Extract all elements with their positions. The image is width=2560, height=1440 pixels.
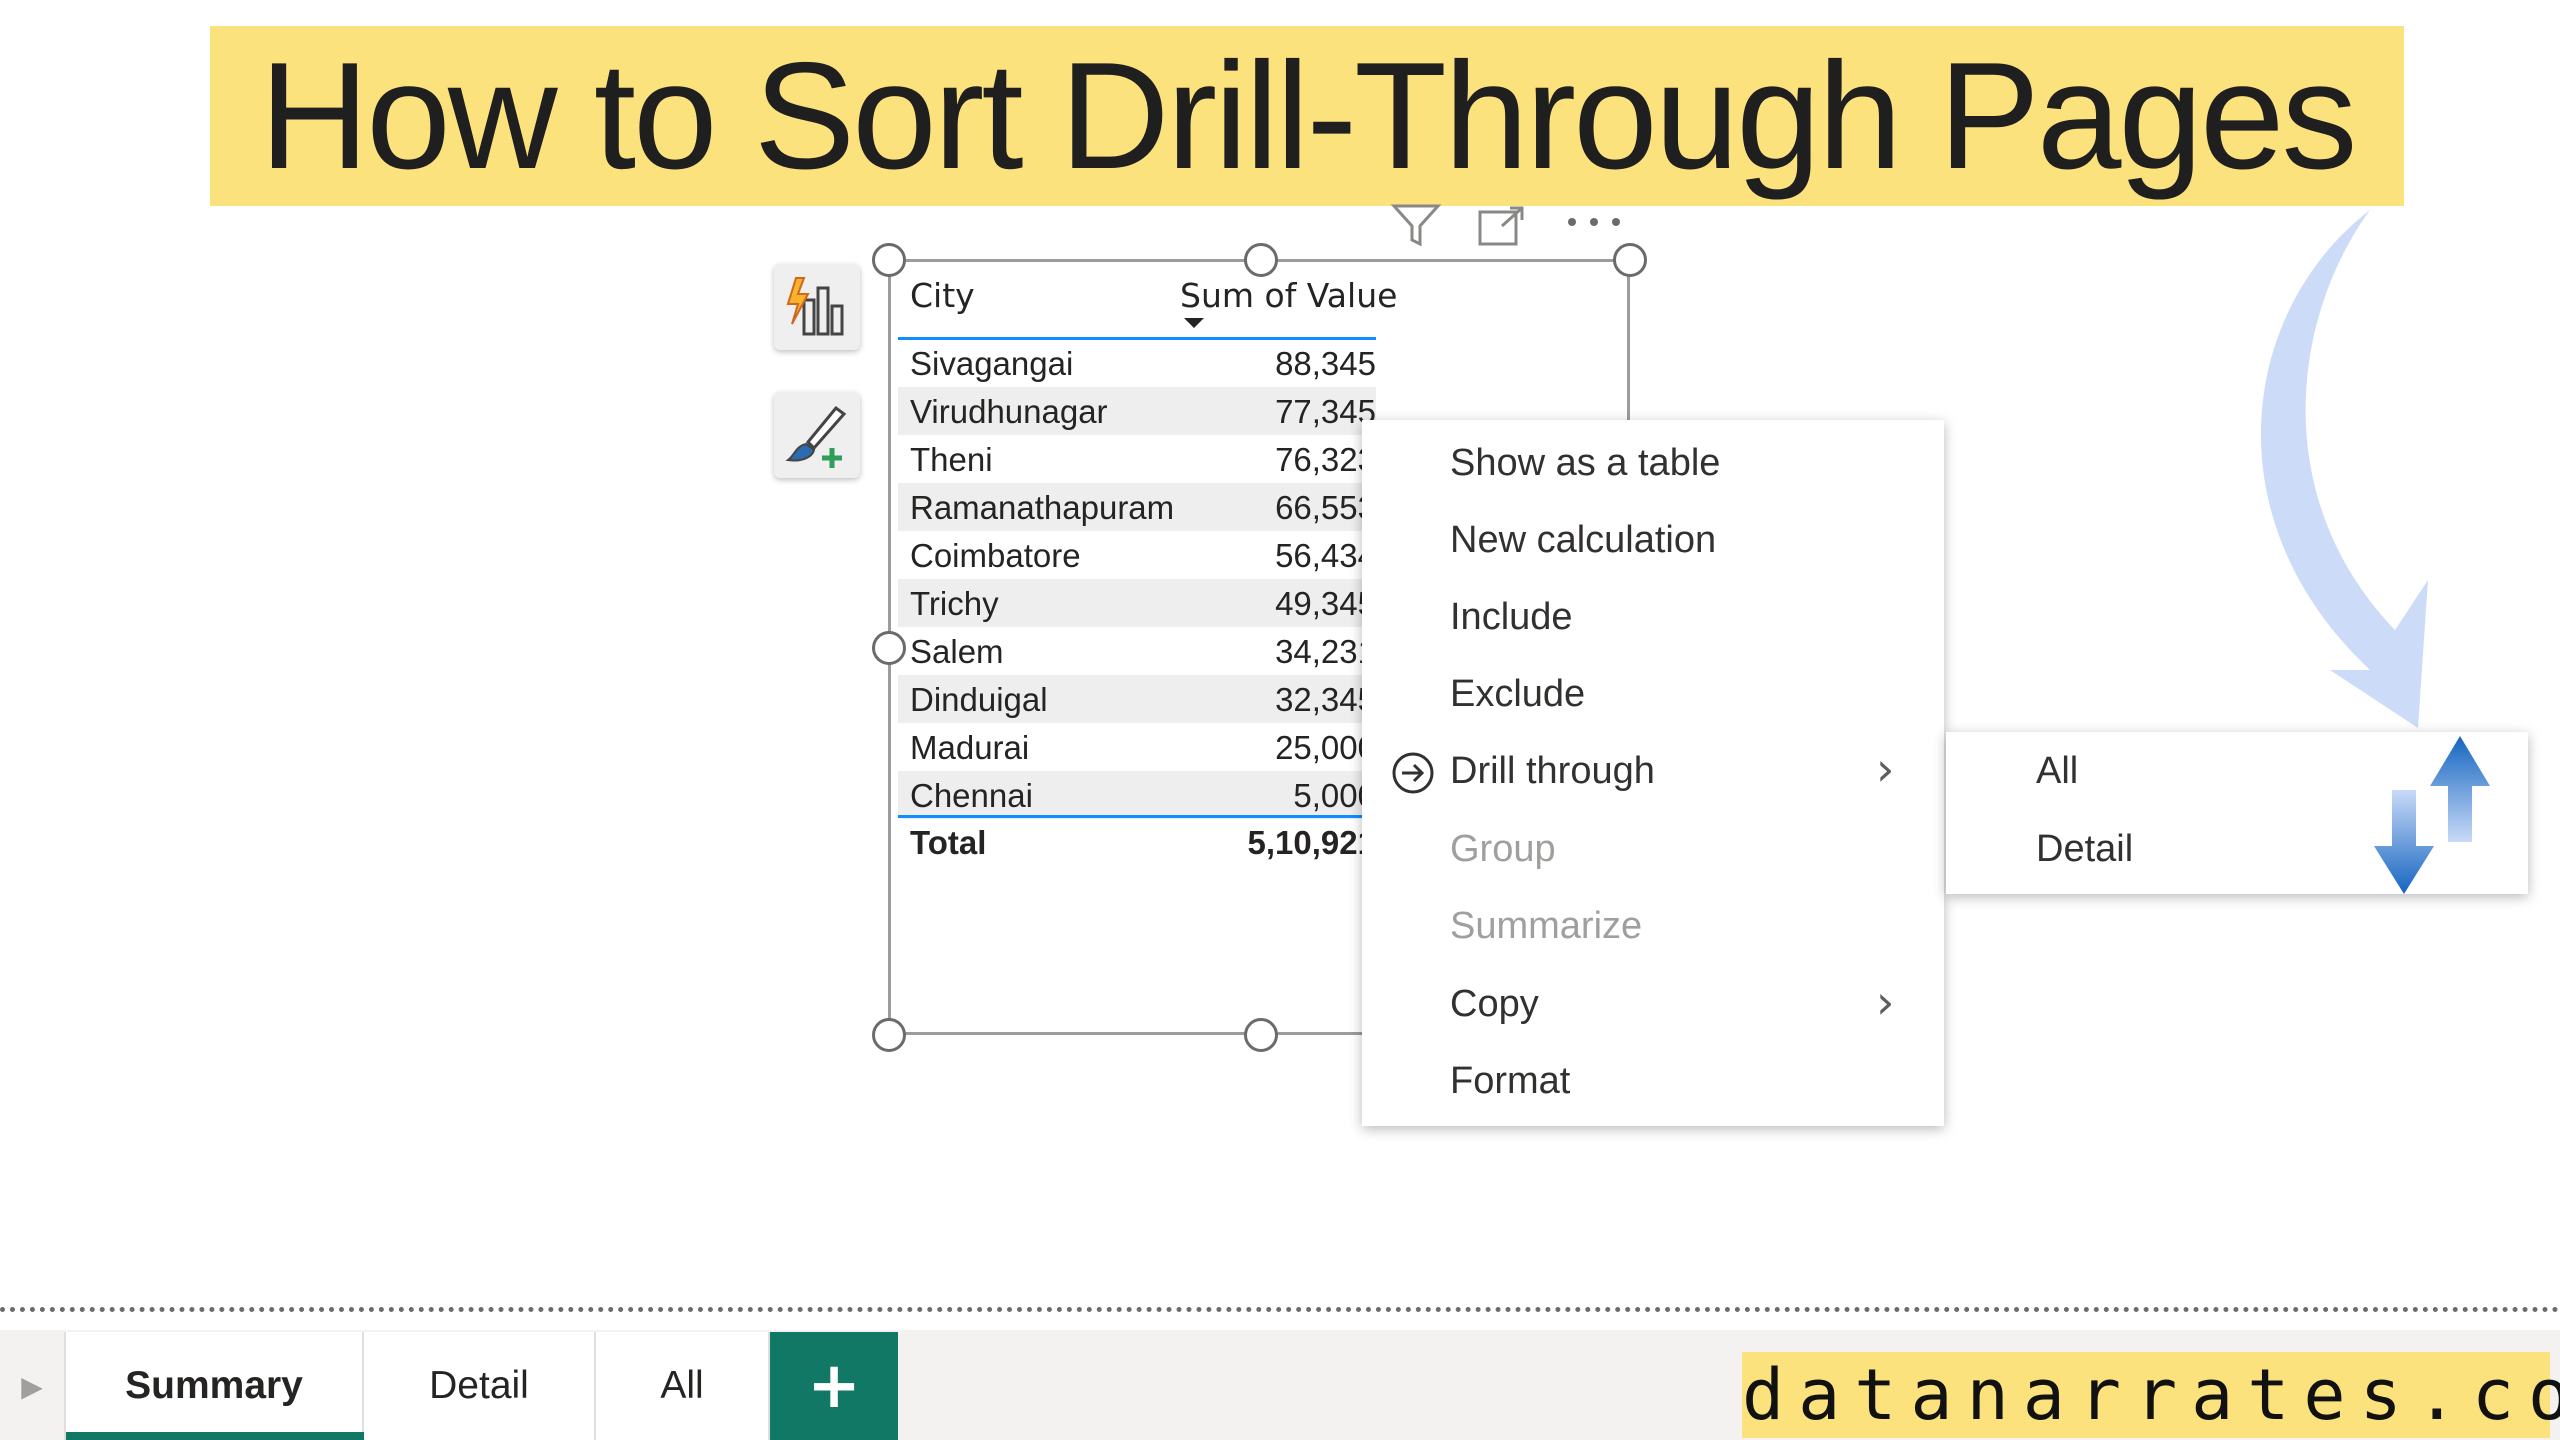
- city-cell: Trichy: [910, 585, 999, 622]
- build-visual-button[interactable]: [774, 264, 860, 350]
- city-cell: Salem: [910, 633, 1004, 670]
- tab-all[interactable]: All: [596, 1332, 770, 1440]
- total-row: Total 5,10,921: [898, 818, 1376, 866]
- canvas-boundary: [0, 1307, 2560, 1312]
- value-cell: 25,000: [1275, 729, 1376, 766]
- column-header-city[interactable]: City: [910, 276, 975, 315]
- page-nav-arrow-icon[interactable]: ▶: [0, 1332, 66, 1440]
- menu-item-exclude[interactable]: Exclude: [1450, 673, 1585, 716]
- resize-handle-top-right[interactable]: [1613, 243, 1647, 277]
- sort-arrows-icon: [2374, 736, 2490, 894]
- filter-icon[interactable]: [1390, 202, 1442, 248]
- resize-handle-top[interactable]: [1244, 243, 1278, 277]
- value-cell: 34,231: [1275, 633, 1376, 670]
- resize-handle-top-left[interactable]: [872, 243, 906, 277]
- column-header-sum-of-value[interactable]: Sum of Value: [1180, 276, 1397, 315]
- curved-arrow-icon: [2260, 210, 2428, 728]
- city-cell: Theni: [910, 441, 993, 478]
- chevron-right-icon: ›: [1876, 975, 1895, 1029]
- sort-descending-icon: [1184, 318, 1204, 328]
- active-tab-indicator: [66, 1432, 364, 1440]
- city-cell: Madurai: [910, 729, 1030, 766]
- table-row[interactable]: Dinduigal 32,345: [898, 675, 1376, 723]
- total-value: 5,10,921: [1247, 824, 1376, 861]
- value-cell: 66,553: [1275, 489, 1376, 526]
- submenu-item-detail[interactable]: Detail: [2036, 828, 2133, 871]
- table-row[interactable]: Madurai 25,000: [898, 723, 1376, 771]
- add-page-button[interactable]: +: [770, 1332, 898, 1440]
- format-visual-button[interactable]: [774, 392, 860, 478]
- value-cell: 77,345: [1275, 393, 1376, 430]
- menu-item-show-as-table[interactable]: Show as a table: [1450, 442, 1720, 485]
- table-row[interactable]: Coimbatore 56,434: [898, 531, 1376, 579]
- value-cell: 5,000: [1293, 777, 1376, 814]
- chevron-right-icon: ›: [1876, 742, 1895, 796]
- value-cell: 88,345: [1275, 345, 1376, 382]
- menu-item-drill-through[interactable]: Drill through: [1450, 750, 1655, 793]
- drill-through-submenu: All Detail: [1946, 732, 2528, 894]
- submenu-item-all[interactable]: All: [2036, 750, 2078, 793]
- resize-handle-bottom[interactable]: [1244, 1018, 1278, 1052]
- drill-through-icon: [1392, 752, 1434, 794]
- table-row[interactable]: Salem 34,231: [898, 627, 1376, 675]
- page-title: How to Sort Drill-Through Pages: [259, 31, 2358, 201]
- menu-item-format[interactable]: Format: [1450, 1060, 1570, 1103]
- value-cell: 76,323: [1275, 441, 1376, 478]
- menu-item-copy[interactable]: Copy: [1450, 983, 1539, 1026]
- table-row[interactable]: Sivagangai 88,345: [898, 339, 1376, 387]
- city-cell: Dinduigal: [910, 681, 1048, 718]
- menu-item-include[interactable]: Include: [1450, 596, 1573, 639]
- city-cell: Coimbatore: [910, 537, 1081, 574]
- menu-item-group: Group: [1450, 828, 1556, 870]
- context-menu: Show as a table New calculation Include …: [1362, 420, 1944, 1126]
- table-row[interactable]: Trichy 49,345: [898, 579, 1376, 627]
- menu-item-summarize: Summarize: [1450, 905, 1643, 947]
- city-cell: Virudhunagar: [910, 393, 1108, 430]
- table-row[interactable]: Virudhunagar 77,345: [898, 387, 1376, 435]
- value-cell: 49,345: [1275, 585, 1376, 622]
- city-cell: Sivagangai: [910, 345, 1074, 382]
- tab-detail[interactable]: Detail: [364, 1332, 596, 1440]
- focus-mode-icon[interactable]: [1476, 204, 1528, 248]
- build-visual-icon: [786, 277, 844, 336]
- total-label: Total: [910, 824, 987, 861]
- table-row[interactable]: Theni 76,323: [898, 435, 1376, 483]
- city-cell: Ramanathapuram: [910, 489, 1175, 526]
- tab-summary[interactable]: Summary: [66, 1332, 364, 1440]
- menu-item-new-calculation[interactable]: New calculation: [1450, 519, 1716, 562]
- table-row[interactable]: Chennai 5,000: [898, 771, 1376, 819]
- value-cell: 56,434: [1275, 537, 1376, 574]
- resize-handle-bottom-left[interactable]: [872, 1018, 906, 1052]
- watermark-text: datanarrates.com: [1742, 1354, 2560, 1436]
- more-options-icon[interactable]: [1564, 212, 1624, 232]
- value-cell: 32,345: [1275, 681, 1376, 718]
- table-row[interactable]: Ramanathapuram 66,553: [898, 483, 1376, 531]
- city-cell: Chennai: [910, 777, 1033, 814]
- paintbrush-icon: [785, 405, 847, 468]
